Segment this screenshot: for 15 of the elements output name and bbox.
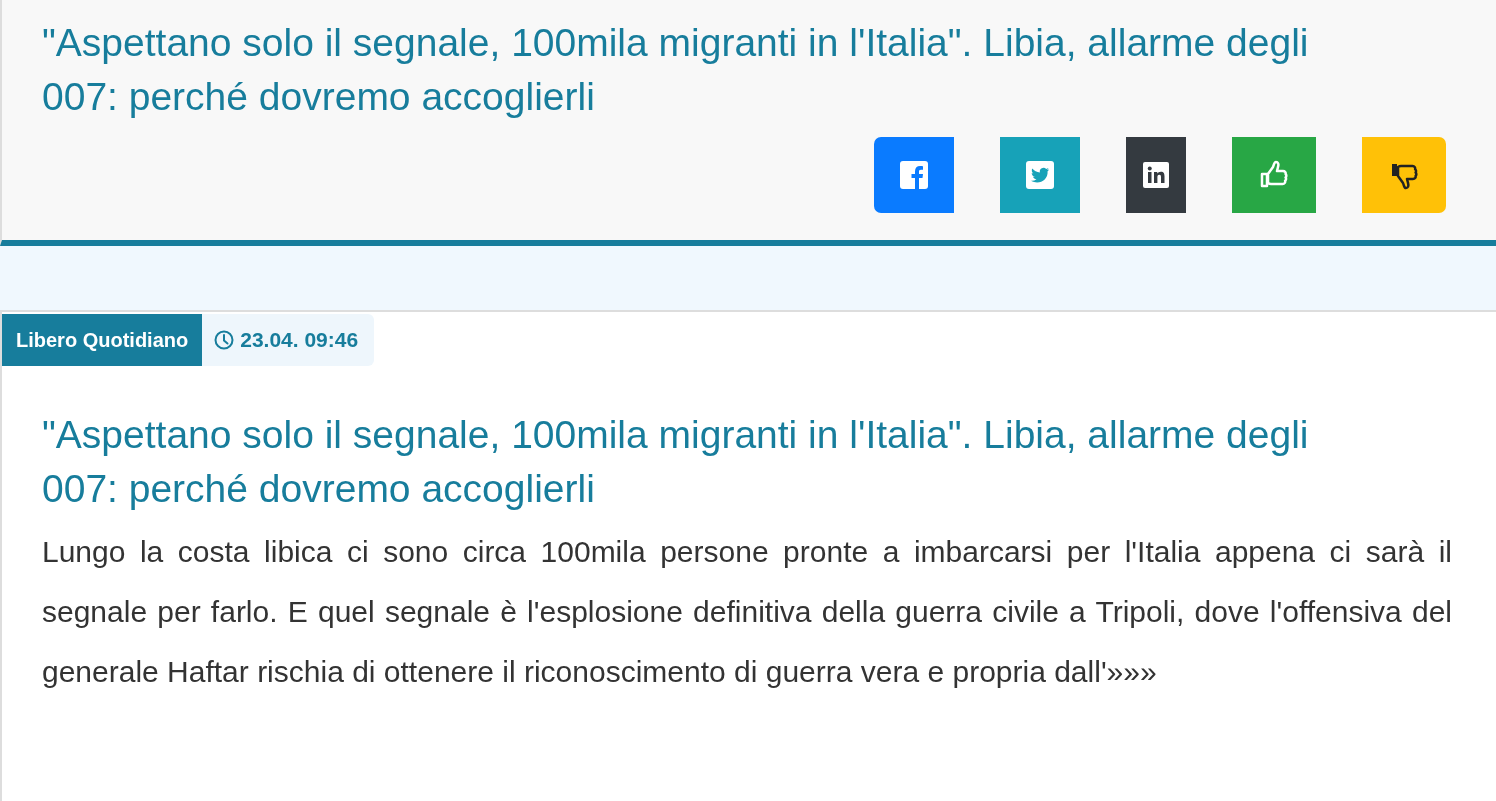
facebook-button[interactable]: [874, 137, 954, 213]
publish-time: 23.04. 09:46: [240, 328, 359, 352]
dislike-button[interactable]: [1362, 137, 1446, 213]
linkedin-icon: [1143, 162, 1169, 188]
headline[interactable]: "Aspettano solo il segnale, 100mila migranti in l'Italia". Libia, allarme degli 007: perché dovremo accoglierli: [42, 16, 1496, 124]
like-button[interactable]: [1232, 137, 1316, 213]
source-badge[interactable]: Libero Quotidiano: [2, 314, 203, 366]
twitter-button[interactable]: [1000, 137, 1080, 213]
clock-icon: [214, 330, 235, 350]
facebook-icon: [900, 161, 928, 189]
linkedin-button[interactable]: [1126, 137, 1186, 213]
bird-icon: [1026, 161, 1054, 189]
article-summary: Lungo la costa libica ci sono circa 100mila persone pronte a imbarcarsi per l'Italia appena ci sarà il segnale per farlo. E quel segnale è l'esplosione definitiva della guerra civile a Tripoli, dove l'offensiva del generale Haftar rischia di ottenere il riconoscimento di guerra vera e propria dall'»»»: [41, 534, 1453, 690]
article-title[interactable]: "Aspettano solo il segnale, 100mila migranti in l'Italia". Libia, allarme degli 007: perché dovremo accoglierli: [2, 366, 1496, 516]
thumbs-up-icon: [1259, 160, 1289, 190]
